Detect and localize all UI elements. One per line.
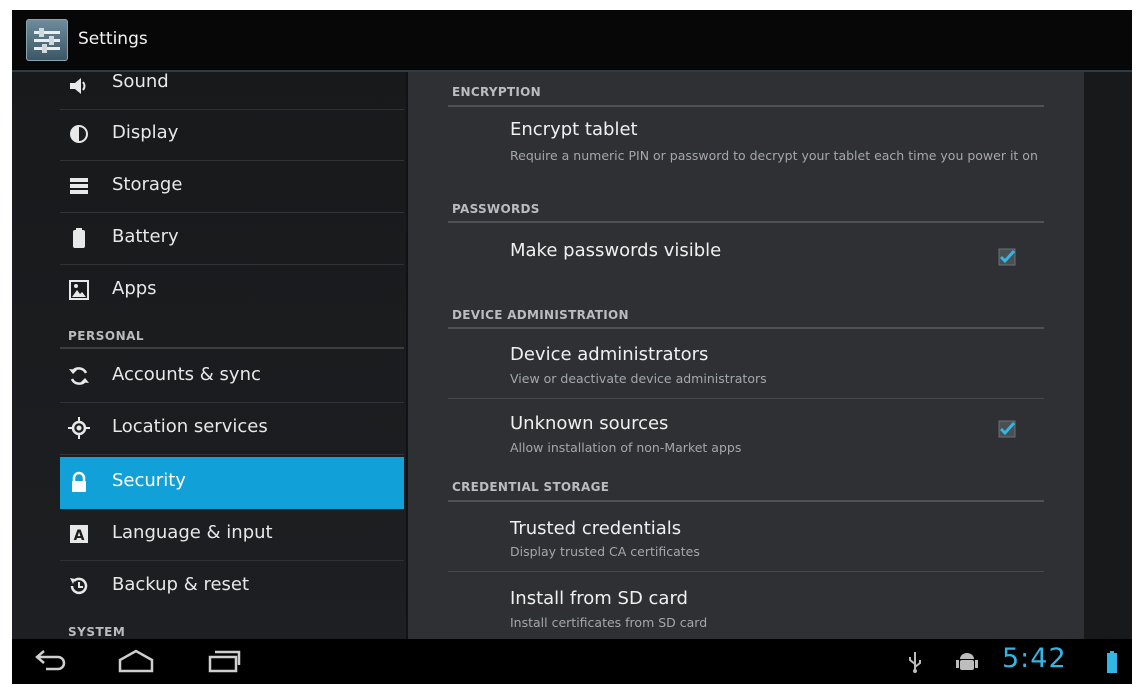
section-divider bbox=[448, 221, 1044, 223]
category-system: SYSTEM bbox=[68, 625, 126, 639]
sidebar-item-label: Location services bbox=[112, 416, 268, 437]
status-clock: 5:42 bbox=[1002, 643, 1067, 674]
back-icon[interactable] bbox=[34, 647, 68, 679]
speaker-icon bbox=[68, 75, 90, 97]
sidebar-item-label: Security bbox=[112, 470, 186, 491]
row-divider bbox=[448, 398, 1044, 399]
sidebar-item-display[interactable]: Display bbox=[60, 109, 404, 161]
backup-icon bbox=[68, 575, 90, 597]
pref-title: Install from SD card bbox=[510, 588, 688, 609]
sidebar-item-security[interactable]: Security bbox=[60, 457, 404, 509]
pref-summary: Install certificates from SD card bbox=[510, 615, 708, 630]
sidebar-item-location-services[interactable]: Location services bbox=[60, 403, 404, 455]
row-divider bbox=[448, 571, 1044, 572]
storage-icon bbox=[68, 175, 90, 197]
svg-text:A: A bbox=[74, 528, 85, 544]
sidebar-item-accounts-sync[interactable]: Accounts & sync bbox=[60, 351, 404, 403]
section-header-encryption: ENCRYPTION bbox=[452, 85, 542, 99]
settings-sidebar[interactable]: Sound Display Storage Battery Apps PERSO… bbox=[12, 72, 406, 639]
sidebar-item-backup-reset[interactable]: Backup & reset bbox=[60, 561, 404, 612]
sidebar-item-storage[interactable]: Storage bbox=[60, 161, 404, 213]
sidebar-item-label: Backup & reset bbox=[112, 574, 250, 595]
location-icon bbox=[68, 417, 90, 439]
pref-summary: Require a numeric PIN or password to dec… bbox=[510, 148, 1038, 163]
usb-icon bbox=[907, 651, 923, 677]
brightness-icon bbox=[68, 123, 90, 145]
sidebar-item-label: Storage bbox=[112, 174, 183, 195]
sidebar-item-label: Battery bbox=[112, 226, 179, 247]
sidebar-item-label: Accounts & sync bbox=[112, 364, 261, 385]
pref-title: Encrypt tablet bbox=[510, 119, 638, 140]
pref-title: Make passwords visible bbox=[510, 240, 722, 261]
security-detail-pane: ENCRYPTION Encrypt tablet Require a nume… bbox=[408, 72, 1084, 639]
section-header-passwords: PASSWORDS bbox=[452, 202, 540, 216]
home-icon[interactable] bbox=[116, 647, 156, 679]
recent-apps-icon[interactable] bbox=[206, 647, 242, 679]
apps-icon bbox=[68, 279, 90, 301]
section-divider bbox=[448, 105, 1044, 107]
app-title: Settings bbox=[78, 29, 148, 49]
pref-summary: View or deactivate device administrators bbox=[510, 371, 767, 386]
right-margin bbox=[1084, 72, 1132, 639]
section-header-credential-storage: CREDENTIAL STORAGE bbox=[452, 480, 610, 494]
section-header-device-administration: DEVICE ADMINISTRATION bbox=[452, 308, 629, 322]
sidebar-item-sound[interactable]: Sound bbox=[60, 72, 404, 110]
android-debug-icon bbox=[956, 650, 978, 678]
pref-title: Trusted credentials bbox=[510, 518, 682, 539]
sidebar-item-label: Language & input bbox=[112, 522, 273, 543]
sidebar-item-battery[interactable]: Battery bbox=[60, 213, 404, 265]
section-divider bbox=[448, 500, 1044, 502]
sidebar-item-label: Apps bbox=[112, 278, 157, 299]
sync-icon bbox=[68, 365, 90, 387]
lock-icon bbox=[68, 471, 90, 493]
tablet-screen: Settings Sound Display Storage Battery A… bbox=[12, 10, 1132, 684]
battery-icon bbox=[68, 227, 90, 249]
category-divider bbox=[60, 347, 404, 349]
passwords-visible-checkbox[interactable] bbox=[998, 248, 1016, 266]
pref-summary: Allow installation of non-Market apps bbox=[510, 440, 742, 455]
category-personal: PERSONAL bbox=[68, 329, 145, 343]
sidebar-item-apps[interactable]: Apps bbox=[60, 265, 404, 316]
unknown-sources-checkbox[interactable] bbox=[998, 420, 1016, 438]
battery-status-icon bbox=[1106, 651, 1118, 677]
section-divider bbox=[448, 327, 1044, 329]
pref-title: Unknown sources bbox=[510, 413, 669, 434]
pref-title: Device administrators bbox=[510, 344, 709, 365]
sidebar-item-language-input[interactable]: A Language & input bbox=[60, 509, 404, 561]
action-bar: Settings bbox=[12, 10, 1132, 72]
sidebar-item-label: Sound bbox=[112, 72, 169, 92]
pref-summary: Display trusted CA certificates bbox=[510, 544, 700, 559]
settings-app-icon[interactable] bbox=[26, 19, 68, 61]
language-icon: A bbox=[68, 523, 90, 545]
sidebar-item-label: Display bbox=[112, 122, 179, 143]
system-bar: 5:42 bbox=[12, 639, 1132, 684]
